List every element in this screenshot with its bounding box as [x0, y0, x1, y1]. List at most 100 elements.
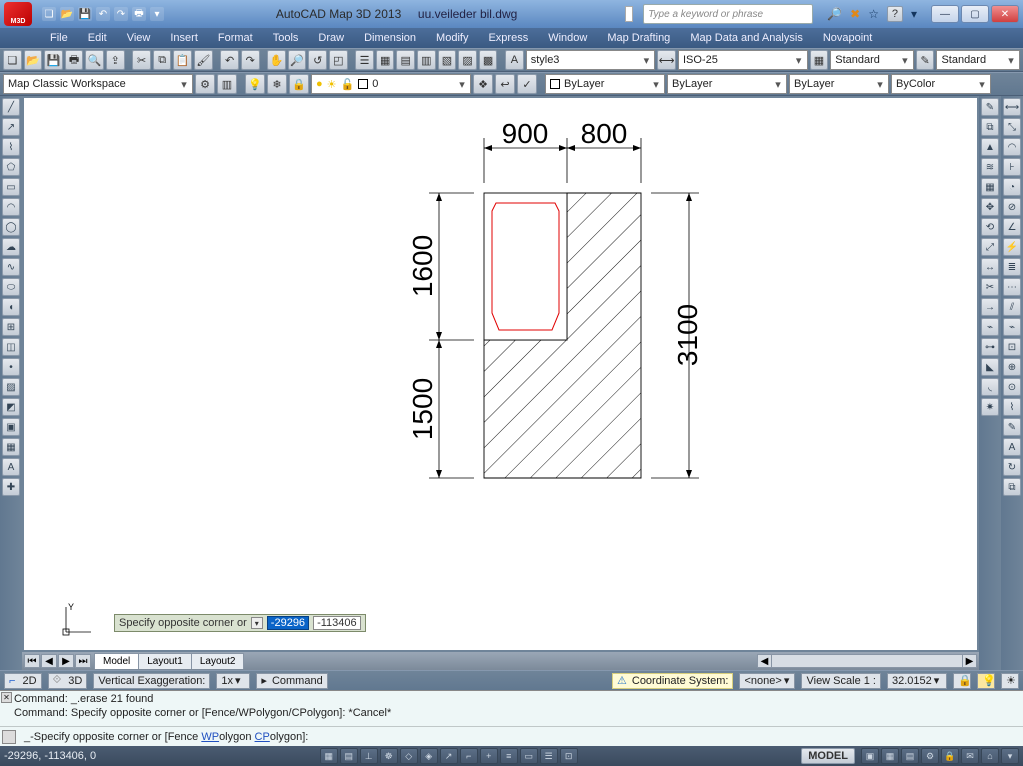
properties-button[interactable]: ☰	[355, 50, 374, 70]
layer-states-button[interactable]: ✓	[517, 74, 537, 94]
arc-tool[interactable]: ◠	[2, 198, 20, 216]
zoom-win-button[interactable]: ◰	[329, 50, 348, 70]
menu-format[interactable]: Format	[208, 32, 263, 44]
qp-toggle[interactable]: ☰	[540, 748, 558, 764]
paste-button[interactable]: 📋	[173, 50, 192, 70]
maximize-button[interactable]: ▢	[961, 5, 989, 23]
menu-insert[interactable]: Insert	[160, 32, 208, 44]
offset-tool[interactable]: ≋	[981, 158, 999, 176]
chamfer-tool[interactable]: ◣	[981, 358, 999, 376]
menu-edit[interactable]: Edit	[78, 32, 117, 44]
polar-toggle[interactable]: ☸	[380, 748, 398, 764]
textstyle-icon[interactable]: A	[505, 50, 524, 70]
tablestyle-icon[interactable]: ▦	[810, 50, 829, 70]
dimcontinue-tool[interactable]: ⋯	[1003, 278, 1021, 296]
model-space-button[interactable]: MODEL	[801, 748, 855, 764]
status-btn-6[interactable]: ✉	[961, 748, 979, 764]
save-icon[interactable]: 💾	[78, 7, 92, 21]
ellipse-tool[interactable]: ⬭	[2, 278, 20, 296]
menu-file[interactable]: File	[40, 32, 78, 44]
dyn-toggle[interactable]: +	[480, 748, 498, 764]
ortho-toggle[interactable]: ⊥	[360, 748, 378, 764]
menu-novapoint[interactable]: Novapoint	[813, 32, 883, 44]
region-tool[interactable]: ▣	[2, 418, 20, 436]
layer-iso-button[interactable]: 💡	[245, 74, 265, 94]
hatch-tool[interactable]: ▨	[2, 378, 20, 396]
ellipsearc-tool[interactable]: ◖	[2, 298, 20, 316]
help-icon[interactable]: ?	[887, 6, 903, 22]
dimaligned-tool[interactable]: ⤡	[1003, 118, 1021, 136]
rect-tool[interactable]: ▭	[2, 178, 20, 196]
polygon-tool[interactable]: ⬠	[2, 158, 20, 176]
menu-express[interactable]: Express	[478, 32, 538, 44]
inspect-tool[interactable]: ⊙	[1003, 378, 1021, 396]
dimlinear-tool[interactable]: ⟷	[1003, 98, 1021, 116]
xline-tool[interactable]: ↗	[2, 118, 20, 136]
ref-button[interactable]: ▩	[479, 50, 498, 70]
block-tool[interactable]: ◫	[2, 338, 20, 356]
lineweight-combo[interactable]: ByLayer▾	[789, 74, 889, 94]
copy-button[interactable]: ⧉	[153, 50, 172, 70]
tab-layout2[interactable]: Layout2	[191, 653, 245, 669]
layer-lock-button[interactable]: 🔒	[289, 74, 309, 94]
dynamic-x-field[interactable]: -29296	[267, 616, 309, 630]
pan-button[interactable]: ✋	[267, 50, 286, 70]
status-btn-1[interactable]: ▣	[861, 748, 879, 764]
tab-prev-button[interactable]: ◀	[41, 654, 57, 668]
command-line[interactable]: _-Specify opposite corner or [Fence WPol…	[0, 726, 1023, 746]
menu-map-data[interactable]: Map Data and Analysis	[680, 32, 813, 44]
addselected-tool[interactable]: ✚	[2, 478, 20, 496]
line-tool[interactable]: ╱	[2, 98, 20, 116]
layer-prev-button[interactable]: ↩	[495, 74, 515, 94]
osnap-toggle[interactable]: ◇	[400, 748, 418, 764]
dcm-button[interactable]: ▦	[376, 50, 395, 70]
mode-3d-button[interactable]: ⟐ 3D	[48, 673, 88, 689]
status-btn-2[interactable]: ▦	[881, 748, 899, 764]
join-tool[interactable]: ⊶	[981, 338, 999, 356]
cut-button[interactable]: ✂	[132, 50, 151, 70]
mode-2d-button[interactable]: ⌐ 2D	[4, 673, 42, 689]
scale-tool[interactable]: ⤢	[981, 238, 999, 256]
dimupdate-tool[interactable]: ↻	[1003, 458, 1021, 476]
grid-toggle[interactable]: ▤	[340, 748, 358, 764]
dimbaseline-tool[interactable]: ≣	[1003, 258, 1021, 276]
close-button[interactable]: ✕	[991, 5, 1019, 23]
plotstyle-combo[interactable]: ByColor▾	[891, 74, 991, 94]
command-chip[interactable]: ▸ Command	[256, 673, 327, 689]
cmdlog-close-button[interactable]: ✕	[1, 692, 12, 703]
3dosnap-toggle[interactable]: ◈	[420, 748, 438, 764]
explode-tool[interactable]: ✷	[981, 398, 999, 416]
tpy-toggle[interactable]: ▭	[520, 748, 538, 764]
gradient-tool[interactable]: ◩	[2, 398, 20, 416]
dimstyle-combo[interactable]: ISO-25▾	[678, 50, 808, 70]
extend-tool[interactable]: →	[981, 298, 999, 316]
trim-tool[interactable]: ✂	[981, 278, 999, 296]
viewbar-sun-icon[interactable]: ☀	[1001, 673, 1019, 689]
new-icon[interactable]: ❏	[42, 7, 56, 21]
status-coordinates[interactable]: -29296, -113406, 0	[4, 750, 96, 762]
match-button[interactable]: 🖌	[194, 50, 213, 70]
drawing-canvas[interactable]: Y	[24, 98, 977, 650]
revcloud-tool[interactable]: ☁	[2, 238, 20, 256]
circle-tool[interactable]: ◯	[2, 218, 20, 236]
layer-freeze-button[interactable]: ❄	[267, 74, 287, 94]
insert-tool[interactable]: ⊞	[2, 318, 20, 336]
dynamic-options-icon[interactable]: ▾	[251, 617, 263, 629]
tab-first-button[interactable]: ⏮	[24, 654, 40, 668]
print-button[interactable]: 🖶	[65, 50, 84, 70]
dimradius-tool[interactable]: ◔	[1003, 178, 1021, 196]
minimize-button[interactable]: —	[931, 5, 959, 23]
hscrollbar[interactable]: ◀ ▶	[757, 654, 977, 668]
dimedit-tool[interactable]: ✎	[1003, 418, 1021, 436]
calc-button[interactable]: ▨	[458, 50, 477, 70]
tool-palette-button[interactable]: ▤	[396, 50, 415, 70]
undo-button[interactable]: ↶	[220, 50, 239, 70]
color-combo[interactable]: ByLayer▾	[545, 74, 665, 94]
status-btn-5[interactable]: 🔒	[941, 748, 959, 764]
tab-model[interactable]: Model	[94, 653, 139, 669]
menu-tools[interactable]: Tools	[263, 32, 309, 44]
viewbar-lock-icon[interactable]: 🔒	[953, 673, 971, 689]
dimtedit-tool[interactable]: A	[1003, 438, 1021, 456]
linetype-combo[interactable]: ByLayer▾	[667, 74, 787, 94]
vertical-exaggeration-value[interactable]: 1x▾	[216, 673, 250, 689]
